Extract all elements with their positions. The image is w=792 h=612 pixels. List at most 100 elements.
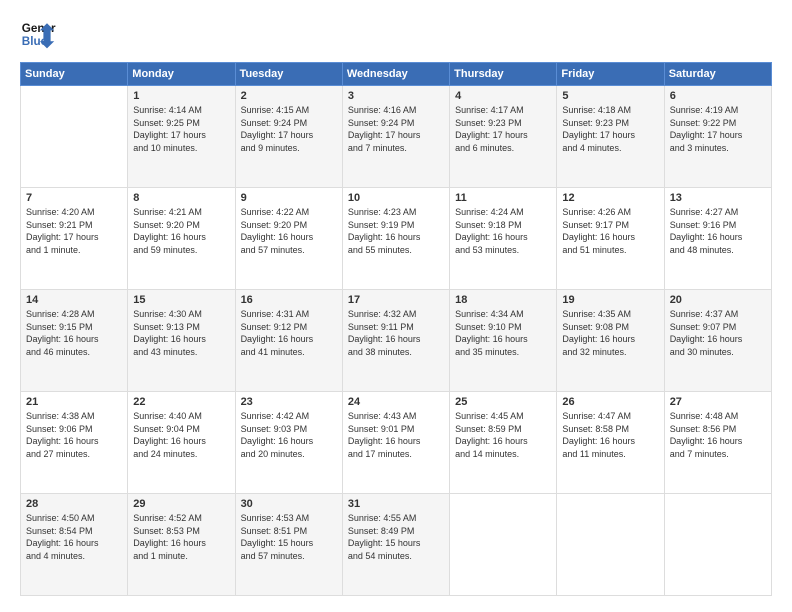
calendar-cell: 6Sunrise: 4:19 AM Sunset: 9:22 PM Daylig… — [664, 86, 771, 188]
calendar-cell: 12 Sunrise: 4:26 AM Sunset: 9:17 PM Dayli… — [557, 188, 664, 290]
calendar-cell: 28 Sunrise: 4:50 AM Sunset: 8:54 PM Dayli… — [21, 494, 128, 596]
weekday-header: Thursday — [450, 63, 557, 86]
calendar-cell — [21, 86, 128, 188]
day-number: 23 — [241, 396, 337, 408]
calendar-week-row: 1 Sunrise: 4:14 AM Sunset: 9:25 PM Daylig… — [21, 86, 772, 188]
calendar-cell — [557, 494, 664, 596]
day-info: Sunrise: 4:45 AM Sunset: 8:59 PM Dayligh… — [455, 410, 551, 460]
calendar-cell: 8 Sunrise: 4:21 AM Sunset: 9:20 PM Daylig… — [128, 188, 235, 290]
day-number: 11 — [455, 192, 551, 204]
day-number: 9 — [241, 192, 337, 204]
day-info: Sunrise: 4:20 AM Sunset: 9:21 PM Dayligh… — [26, 206, 122, 256]
day-info: Sunrise: 4:24 AM Sunset: 9:18 PM Dayligh… — [455, 206, 551, 256]
calendar-cell: 17Sunrise: 4:32 AM Sunset: 9:11 PM Dayli… — [342, 290, 449, 392]
calendar-cell: 29Sunrise: 4:52 AM Sunset: 8:53 PM Dayli… — [128, 494, 235, 596]
weekday-header: Tuesday — [235, 63, 342, 86]
calendar-week-row: 7Sunrise: 4:20 AM Sunset: 9:21 PM Daylig… — [21, 188, 772, 290]
day-number: 4 — [455, 90, 551, 102]
day-info: Sunrise: 4:26 AM Sunset: 9:17 PM Dayligh… — [562, 206, 658, 256]
calendar-cell: 7Sunrise: 4:20 AM Sunset: 9:21 PM Daylig… — [21, 188, 128, 290]
calendar-cell: 20 Sunrise: 4:37 AM Sunset: 9:07 PM Dayli… — [664, 290, 771, 392]
day-number: 15 — [133, 294, 229, 306]
day-info: Sunrise: 4:18 AM Sunset: 9:23 PM Dayligh… — [562, 104, 658, 154]
day-info: Sunrise: 4:53 AM Sunset: 8:51 PM Dayligh… — [241, 512, 337, 562]
day-number: 30 — [241, 498, 337, 510]
day-number: 8 — [133, 192, 229, 204]
day-info: Sunrise: 4:23 AM Sunset: 9:19 PM Dayligh… — [348, 206, 444, 256]
calendar-cell: 14 Sunrise: 4:28 AM Sunset: 9:15 PM Dayli… — [21, 290, 128, 392]
calendar-cell: 13 Sunrise: 4:27 AM Sunset: 9:16 PM Dayli… — [664, 188, 771, 290]
calendar-cell: 19Sunrise: 4:35 AM Sunset: 9:08 PM Dayli… — [557, 290, 664, 392]
day-number: 13 — [670, 192, 766, 204]
calendar-cell — [450, 494, 557, 596]
calendar-table: SundayMondayTuesdayWednesdayThursdayFrid… — [20, 62, 772, 596]
day-info: Sunrise: 4:30 AM Sunset: 9:13 PM Dayligh… — [133, 308, 229, 358]
day-number: 10 — [348, 192, 444, 204]
day-number: 16 — [241, 294, 337, 306]
day-info: Sunrise: 4:37 AM Sunset: 9:07 PM Dayligh… — [670, 308, 766, 358]
day-info: Sunrise: 4:55 AM Sunset: 8:49 PM Dayligh… — [348, 512, 444, 562]
calendar-cell: 4 Sunrise: 4:17 AM Sunset: 9:23 PM Daylig… — [450, 86, 557, 188]
day-info: Sunrise: 4:48 AM Sunset: 8:56 PM Dayligh… — [670, 410, 766, 460]
day-number: 2 — [241, 90, 337, 102]
day-number: 27 — [670, 396, 766, 408]
calendar-cell: 5 Sunrise: 4:18 AM Sunset: 9:23 PM Daylig… — [557, 86, 664, 188]
calendar-cell: 16Sunrise: 4:31 AM Sunset: 9:12 PM Dayli… — [235, 290, 342, 392]
calendar-body: 1 Sunrise: 4:14 AM Sunset: 9:25 PM Daylig… — [21, 86, 772, 596]
day-info: Sunrise: 4:16 AM Sunset: 9:24 PM Dayligh… — [348, 104, 444, 154]
calendar-cell: 15 Sunrise: 4:30 AM Sunset: 9:13 PM Dayli… — [128, 290, 235, 392]
calendar-cell: 31 Sunrise: 4:55 AM Sunset: 8:49 PM Dayli… — [342, 494, 449, 596]
weekday-header: Wednesday — [342, 63, 449, 86]
day-info: Sunrise: 4:50 AM Sunset: 8:54 PM Dayligh… — [26, 512, 122, 562]
day-number: 31 — [348, 498, 444, 510]
calendar-week-row: 21Sunrise: 4:38 AM Sunset: 9:06 PM Dayli… — [21, 392, 772, 494]
day-info: Sunrise: 4:21 AM Sunset: 9:20 PM Dayligh… — [133, 206, 229, 256]
calendar-cell: 2 Sunrise: 4:15 AM Sunset: 9:24 PM Daylig… — [235, 86, 342, 188]
day-number: 3 — [348, 90, 444, 102]
logo: General Blue — [20, 16, 56, 52]
calendar-cell — [664, 494, 771, 596]
day-info: Sunrise: 4:14 AM Sunset: 9:25 PM Dayligh… — [133, 104, 229, 154]
day-info: Sunrise: 4:19 AM Sunset: 9:22 PM Dayligh… — [670, 104, 766, 154]
logo-icon: General Blue — [20, 16, 56, 52]
calendar-cell: 3 Sunrise: 4:16 AM Sunset: 9:24 PM Daylig… — [342, 86, 449, 188]
day-number: 20 — [670, 294, 766, 306]
header: General Blue — [20, 16, 772, 52]
calendar-cell: 11 Sunrise: 4:24 AM Sunset: 9:18 PM Dayli… — [450, 188, 557, 290]
day-info: Sunrise: 4:17 AM Sunset: 9:23 PM Dayligh… — [455, 104, 551, 154]
day-number: 18 — [455, 294, 551, 306]
day-info: Sunrise: 4:27 AM Sunset: 9:16 PM Dayligh… — [670, 206, 766, 256]
day-number: 29 — [133, 498, 229, 510]
day-number: 22 — [133, 396, 229, 408]
weekday-header: Saturday — [664, 63, 771, 86]
day-number: 26 — [562, 396, 658, 408]
calendar-cell: 21Sunrise: 4:38 AM Sunset: 9:06 PM Dayli… — [21, 392, 128, 494]
day-info: Sunrise: 4:35 AM Sunset: 9:08 PM Dayligh… — [562, 308, 658, 358]
calendar-cell: 18 Sunrise: 4:34 AM Sunset: 9:10 PM Dayli… — [450, 290, 557, 392]
day-info: Sunrise: 4:43 AM Sunset: 9:01 PM Dayligh… — [348, 410, 444, 460]
day-number: 21 — [26, 396, 122, 408]
day-number: 28 — [26, 498, 122, 510]
day-info: Sunrise: 4:28 AM Sunset: 9:15 PM Dayligh… — [26, 308, 122, 358]
calendar-cell: 1 Sunrise: 4:14 AM Sunset: 9:25 PM Daylig… — [128, 86, 235, 188]
weekday-header: Monday — [128, 63, 235, 86]
day-number: 1 — [133, 90, 229, 102]
weekday-row: SundayMondayTuesdayWednesdayThursdayFrid… — [21, 63, 772, 86]
day-info: Sunrise: 4:32 AM Sunset: 9:11 PM Dayligh… — [348, 308, 444, 358]
day-number: 25 — [455, 396, 551, 408]
day-number: 12 — [562, 192, 658, 204]
calendar-cell: 9 Sunrise: 4:22 AM Sunset: 9:20 PM Daylig… — [235, 188, 342, 290]
weekday-header: Sunday — [21, 63, 128, 86]
day-number: 14 — [26, 294, 122, 306]
calendar-week-row: 14 Sunrise: 4:28 AM Sunset: 9:15 PM Dayli… — [21, 290, 772, 392]
day-info: Sunrise: 4:15 AM Sunset: 9:24 PM Dayligh… — [241, 104, 337, 154]
day-number: 24 — [348, 396, 444, 408]
day-info: Sunrise: 4:22 AM Sunset: 9:20 PM Dayligh… — [241, 206, 337, 256]
day-info: Sunrise: 4:42 AM Sunset: 9:03 PM Dayligh… — [241, 410, 337, 460]
calendar-cell: 10 Sunrise: 4:23 AM Sunset: 9:19 PM Dayli… — [342, 188, 449, 290]
calendar-cell: 24 Sunrise: 4:43 AM Sunset: 9:01 PM Dayli… — [342, 392, 449, 494]
day-number: 5 — [562, 90, 658, 102]
day-info: Sunrise: 4:34 AM Sunset: 9:10 PM Dayligh… — [455, 308, 551, 358]
page: General Blue SundayMondayTuesdayWednesda… — [0, 0, 792, 612]
day-info: Sunrise: 4:47 AM Sunset: 8:58 PM Dayligh… — [562, 410, 658, 460]
